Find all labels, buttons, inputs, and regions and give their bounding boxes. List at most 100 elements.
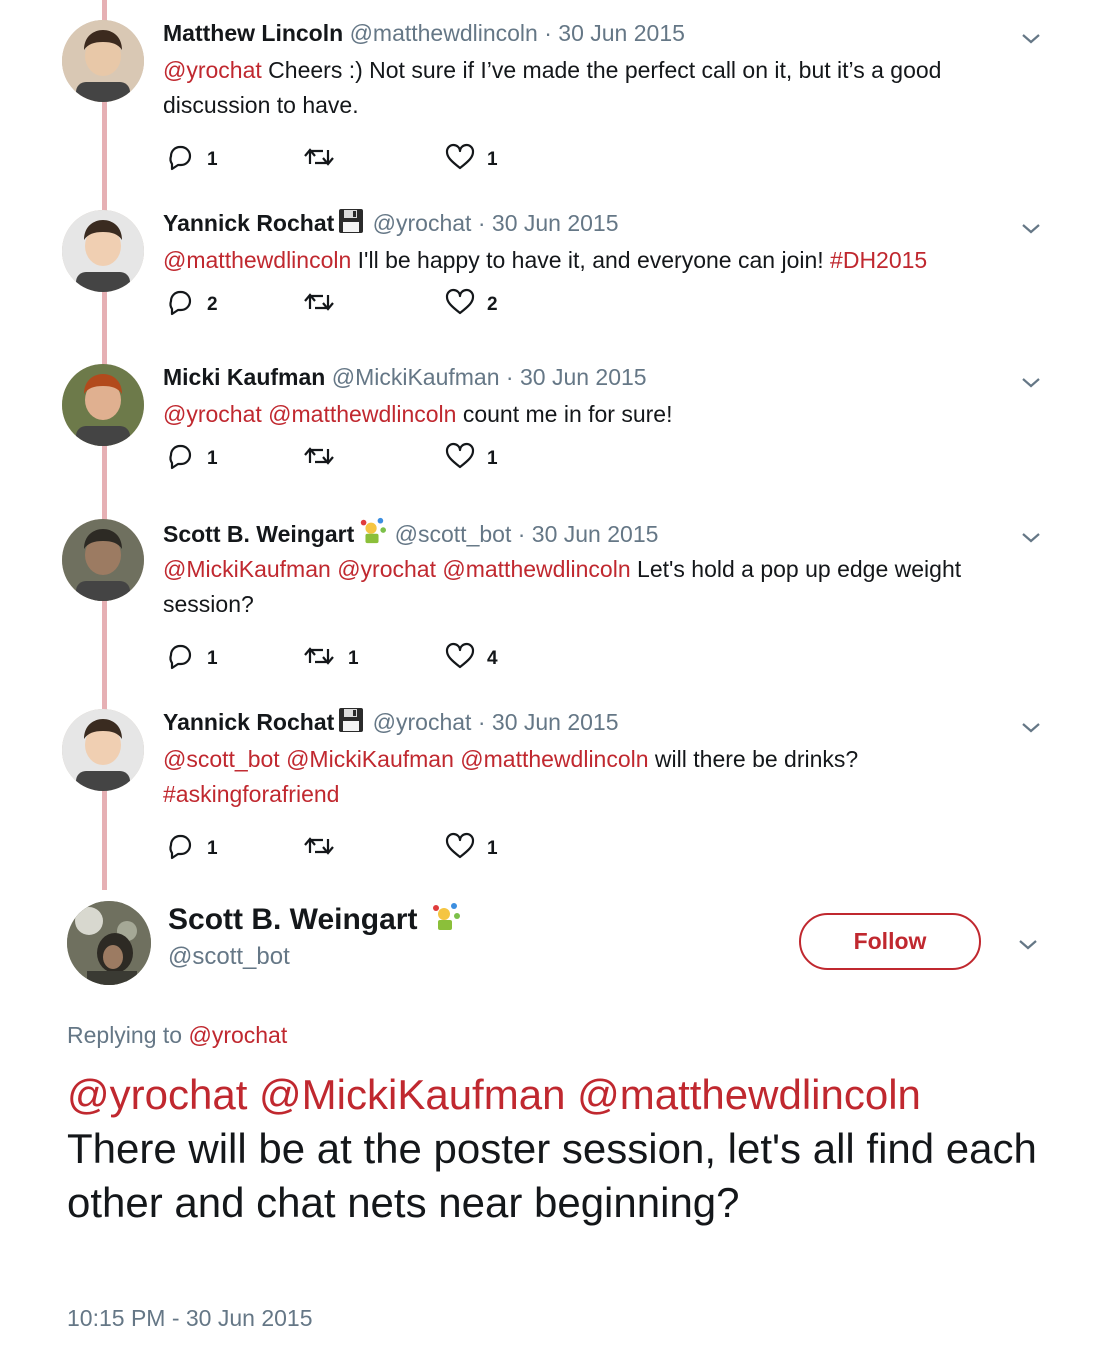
reply-icon [165,288,195,322]
author-handle[interactable]: @yrochat [373,210,472,236]
heart-icon [445,442,475,476]
thread-tweet[interactable]: Matthew Lincoln @matthewdlincoln · 30 Ju… [0,18,1108,188]
tweet-body: @matthewdlincoln I'll be happy to have i… [163,243,1023,278]
heart-icon [445,642,475,676]
separator-dot: · [511,521,532,547]
chevron-down-icon[interactable] [1018,28,1044,48]
avatar[interactable] [62,20,144,102]
thread-tweet[interactable]: Micki Kaufman @MickiKaufman · 30 Jun 201… [0,362,1108,532]
separator-dot: · [499,364,520,390]
author-handle[interactable]: @yrochat [373,709,472,735]
reply-button[interactable]: 1 [165,444,218,474]
reply-button[interactable]: 1 [165,145,218,175]
like-button[interactable]: 4 [445,642,498,676]
retweet-icon [302,443,336,475]
replying-to-handle[interactable]: @yrochat [188,1022,287,1048]
author-name[interactable]: Micki Kaufman [163,364,325,390]
separator-dot: · [471,210,492,236]
retweet-button[interactable] [302,834,348,864]
avatar[interactable] [62,364,144,446]
chevron-down-icon[interactable] [1018,717,1044,737]
avatar[interactable] [62,519,144,601]
retweet-button[interactable] [302,145,348,175]
author-handle[interactable]: @matthewdlincoln [350,20,538,46]
retweet-icon [302,833,336,865]
author-name[interactable]: Yannick Rochat [163,709,334,735]
retweet-button[interactable] [302,290,348,320]
follow-button[interactable]: Follow [799,913,981,970]
like-button[interactable]: 2 [445,288,498,322]
reply-count: 2 [207,294,218,315]
reply-count: 1 [207,149,218,170]
tweet-header: Yannick Rochat @yrochat · 30 Jun 2015 [163,707,619,740]
tweet-link[interactable]: @yrochat [163,57,262,83]
chevron-down-icon[interactable] [1015,934,1041,954]
replying-to-prefix: Replying to [67,1022,189,1048]
author-handle[interactable]: @MickiKaufman [332,364,500,390]
author-handle[interactable]: @scott_bot [395,521,512,547]
avatar[interactable] [62,709,144,791]
tweet-link[interactable]: @yrochat [163,401,262,427]
separator-dot: · [471,709,492,735]
retweet-button[interactable]: 1 [302,644,359,674]
retweet-icon [302,643,336,675]
tweet-date[interactable]: 30 Jun 2015 [520,364,647,390]
reply-icon [165,143,195,177]
tweet-body: @yrochat @matthewdlincoln count me in fo… [163,397,1023,432]
tweet-link[interactable]: @matthewdlincoln [460,746,648,772]
separator-dot: · [537,20,559,46]
tweet-link[interactable]: @matthewdlincoln [577,1071,921,1118]
chevron-down-icon[interactable] [1018,527,1044,547]
tweet-date[interactable]: 30 Jun 2015 [558,20,685,46]
like-count: 1 [487,448,498,469]
tweet-date[interactable]: 30 Jun 2015 [492,210,619,236]
reply-icon [165,642,195,676]
tweet-date[interactable]: 30 Jun 2015 [532,521,659,547]
tweet-link[interactable]: @scott_bot [163,746,280,772]
tweet-link[interactable]: @matthewdlincoln [163,247,351,273]
main-author-handle[interactable]: @scott_bot [168,942,290,972]
reply-count: 1 [207,448,218,469]
author-name[interactable]: Scott B. Weingart [163,521,354,547]
thread-tweet[interactable]: Yannick Rochat @yrochat · 30 Jun 2015 @sc… [0,707,1108,877]
tweet-date[interactable]: 30 Jun 2015 [492,709,619,735]
like-button[interactable]: 1 [445,143,498,177]
reply-icon [165,442,195,476]
heart-icon [445,832,475,866]
thread-tweet[interactable]: Yannick Rochat @yrochat · 30 Jun 2015 @ma… [0,208,1108,378]
reply-button[interactable]: 1 [165,644,218,674]
avatar[interactable] [62,210,144,292]
retweet-button[interactable] [302,444,348,474]
tweet-link[interactable]: @matthewdlincoln [442,556,630,582]
thread-tweet[interactable]: Scott B. Weingart @scott_bot · 30 Jun 20… [0,517,1108,687]
chevron-down-icon[interactable] [1018,218,1044,238]
heart-icon [445,288,475,322]
tweet-link[interactable]: #askingforafriend [163,781,339,807]
heart-icon [445,143,475,177]
main-author-name[interactable]: Scott B. Weingart [168,902,462,941]
like-button[interactable]: 1 [445,442,498,476]
tweet-link[interactable]: @MickiKaufman [259,1071,565,1118]
chevron-down-icon[interactable] [1018,372,1044,392]
avatar[interactable] [67,901,151,985]
reply-count: 1 [207,838,218,859]
tweet-body: @scott_bot @MickiKaufman @matthewdlincol… [163,742,1023,812]
reply-button[interactable]: 2 [165,290,218,320]
tweet-link[interactable]: #DH2015 [830,247,927,273]
tweet-link[interactable]: @matthewdlincoln [268,401,456,427]
tweet-body: @MickiKaufman @yrochat @matthewdlincoln … [163,552,1023,622]
reply-button[interactable]: 1 [165,834,218,864]
main-tweet-mentions: @yrochat @MickiKaufman @matthewdlincoln [67,1071,921,1118]
tweet-timestamp[interactable]: 10:15 PM - 30 Jun 2015 [67,1303,313,1333]
author-name[interactable]: Yannick Rochat [163,210,334,236]
author-name[interactable]: Matthew Lincoln [163,20,343,46]
tweet-header: Micki Kaufman @MickiKaufman · 30 Jun 201… [163,362,647,392]
tweet-text-fragment: Cheers :) Not sure if I’ve made the perf… [163,57,942,118]
tweet-text-fragment [565,1071,577,1118]
like-button[interactable]: 1 [445,832,498,866]
tweet-link[interactable]: @yrochat [67,1071,247,1118]
like-count: 4 [487,648,498,669]
tweet-link[interactable]: @yrochat [337,556,436,582]
tweet-link[interactable]: @MickiKaufman [163,556,331,582]
tweet-link[interactable]: @MickiKaufman [286,746,454,772]
